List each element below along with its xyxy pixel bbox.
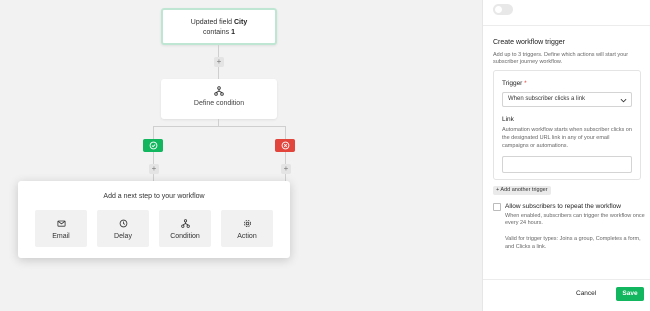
section-description: Add up to 3 triggers. Define which actio… — [493, 52, 629, 65]
connector-line — [285, 126, 286, 139]
step-delay-button[interactable]: Delay — [97, 210, 149, 247]
repeat-workflow-checkbox[interactable] — [493, 203, 501, 211]
cancel-button[interactable]: Cancel — [576, 290, 596, 297]
trigger-field: City — [233, 19, 248, 26]
trigger-label-text: Trigger — [502, 80, 523, 87]
step-action-label: Action — [237, 233, 257, 240]
step-email-label: Email — [52, 233, 70, 240]
next-step-panel: Add a next step to your workflow Email D… — [18, 181, 290, 258]
workflow-toggle[interactable] — [493, 4, 513, 15]
trigger-node-line1: Updated field City — [163, 18, 275, 28]
branch-yes-badge — [143, 139, 163, 152]
connector-line — [153, 126, 154, 139]
repeat-workflow-title: Allow subscribers to repeat the workflow — [505, 203, 621, 210]
step-condition-label: Condition — [170, 233, 200, 240]
mail-icon — [56, 220, 66, 227]
add-step-no-plus-button[interactable]: + — [281, 164, 291, 174]
branch-no-badge — [275, 139, 295, 152]
link-description: Automation workflow starts when subscrib… — [502, 127, 632, 149]
trigger-node[interactable]: Updated field City contains 1 — [161, 8, 277, 45]
valid-trigger-types-note: Valid for trigger types: Joins a group, … — [505, 236, 641, 250]
section-title: Create workflow trigger — [493, 39, 565, 46]
add-another-trigger-button[interactable]: + Add another trigger — [493, 186, 551, 195]
branch-icon — [214, 86, 224, 96]
chevron-down-icon — [620, 98, 627, 103]
trigger-label: Trigger * — [502, 80, 527, 87]
trigger-select-value: When subscriber clicks a link — [508, 96, 586, 102]
divider — [483, 25, 650, 26]
step-condition-button[interactable]: Condition — [159, 210, 211, 247]
required-marker: * — [524, 80, 527, 87]
workflow-canvas: Updated field City contains 1 + Define c… — [0, 0, 482, 311]
trigger-settings-panel: Create workflow trigger Add up to 3 trig… — [482, 0, 650, 311]
check-icon — [149, 141, 157, 150]
trigger-value: 1 — [231, 29, 235, 36]
close-icon — [281, 141, 289, 150]
next-step-title: Add a next step to your workflow — [103, 193, 205, 200]
step-email-button[interactable]: Email — [35, 210, 87, 247]
connector-line — [218, 119, 219, 126]
add-step-plus-button[interactable]: + — [214, 57, 224, 67]
link-input[interactable] — [502, 156, 632, 173]
branch-icon — [180, 219, 190, 228]
clock-icon — [119, 219, 127, 228]
trigger-node-line2: contains 1 — [163, 28, 275, 38]
gear-icon — [243, 220, 251, 227]
repeat-workflow-description: When enabled, subscribers can trigger th… — [505, 213, 645, 226]
save-button[interactable]: Save — [616, 287, 644, 301]
branch-connector — [153, 126, 285, 127]
step-delay-label: Delay — [114, 233, 132, 240]
condition-label: Define condition — [193, 100, 245, 107]
link-label: Link — [502, 116, 514, 123]
condition-node[interactable]: Define condition — [161, 79, 277, 119]
step-action-button[interactable]: Action — [221, 210, 273, 247]
add-step-yes-plus-button[interactable]: + — [149, 164, 159, 174]
trigger-operator: contains — [203, 29, 230, 36]
trigger-prefix: Updated field — [190, 19, 233, 26]
trigger-card: Trigger * When subscriber clicks a link … — [493, 70, 641, 180]
trigger-select[interactable]: When subscriber clicks a link — [502, 92, 632, 107]
divider — [483, 279, 650, 280]
